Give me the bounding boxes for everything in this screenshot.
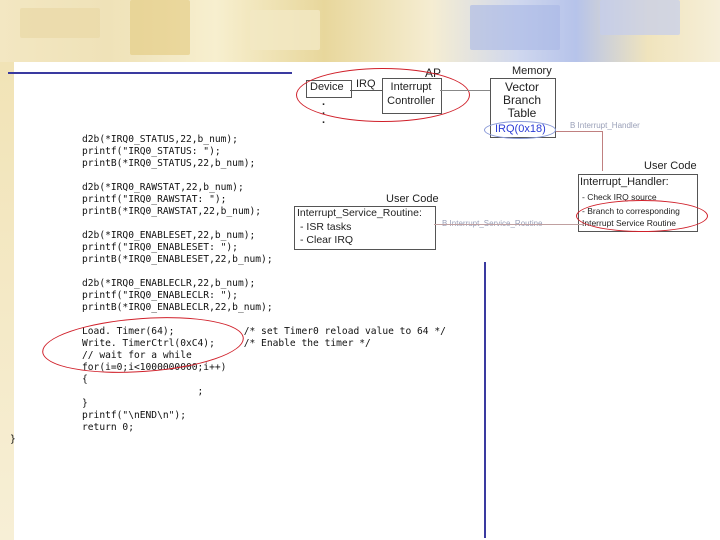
decorative-patch bbox=[20, 8, 100, 38]
branch-note: B Interrupt_Handler bbox=[570, 121, 640, 130]
highlight-branch bbox=[576, 200, 708, 232]
code-line: d2b(*IRQ0_ENABLECLR,22,b_num); bbox=[82, 278, 256, 289]
code-line: printf("IRQ0_ENABLECLR: "); bbox=[82, 290, 238, 301]
memory-label: Memory bbox=[512, 65, 552, 77]
branch-line-down bbox=[602, 131, 603, 171]
isr-link-line bbox=[434, 224, 584, 225]
vector-table-label: Vector Branch Table bbox=[502, 80, 542, 120]
code-line: printf("IRQ0_RAWSTAT: "); bbox=[82, 194, 227, 205]
code-line: printB(*IRQ0_RAWSTAT,22,b_num); bbox=[82, 206, 262, 217]
code-line: ; bbox=[82, 386, 204, 397]
code-line: printf("\nEND\n"); bbox=[82, 410, 186, 421]
code-line: d2b(*IRQ0_ENABLESET,22,b_num); bbox=[82, 230, 256, 241]
branch-line bbox=[556, 131, 602, 132]
code-line: printB(*IRQ0_ENABLECLR,22,b_num); bbox=[82, 302, 273, 313]
decorative-patch bbox=[600, 0, 680, 35]
user-code-left-title: User Code bbox=[386, 193, 439, 205]
user-code-right-title: User Code bbox=[644, 160, 697, 172]
code-line: printf("IRQ0_ENABLESET: "); bbox=[82, 242, 238, 253]
decorative-patch bbox=[250, 10, 320, 50]
isr-step: - Clear IRQ bbox=[300, 234, 354, 246]
decorative-patch bbox=[470, 5, 560, 50]
code-line: printB(*IRQ0_STATUS,22,b_num); bbox=[82, 158, 256, 169]
ap-to-memory-arrow bbox=[440, 90, 490, 91]
code-line: } bbox=[10, 434, 16, 445]
code-line: { bbox=[82, 374, 88, 385]
isr-step: - ISR tasks bbox=[300, 221, 352, 233]
isr-label: Interrupt_Service_Routine: bbox=[297, 207, 422, 219]
highlight-ap bbox=[296, 68, 470, 122]
highlight-irq-address bbox=[484, 121, 556, 139]
code-line: return 0; bbox=[82, 422, 134, 433]
code-line: d2b(*IRQ0_STATUS,22,b_num); bbox=[82, 134, 238, 145]
code-line: printf("IRQ0_STATUS: "); bbox=[82, 146, 221, 157]
code-line: printB(*IRQ0_ENABLESET,22,b_num); bbox=[82, 254, 273, 265]
code-line: d2b(*IRQ0_RAWSTAT,22,b_num); bbox=[82, 182, 244, 193]
decorative-patch bbox=[130, 0, 190, 55]
interrupt-handler-label: Interrupt_Handler: bbox=[580, 176, 669, 188]
code-line: } bbox=[82, 398, 88, 409]
